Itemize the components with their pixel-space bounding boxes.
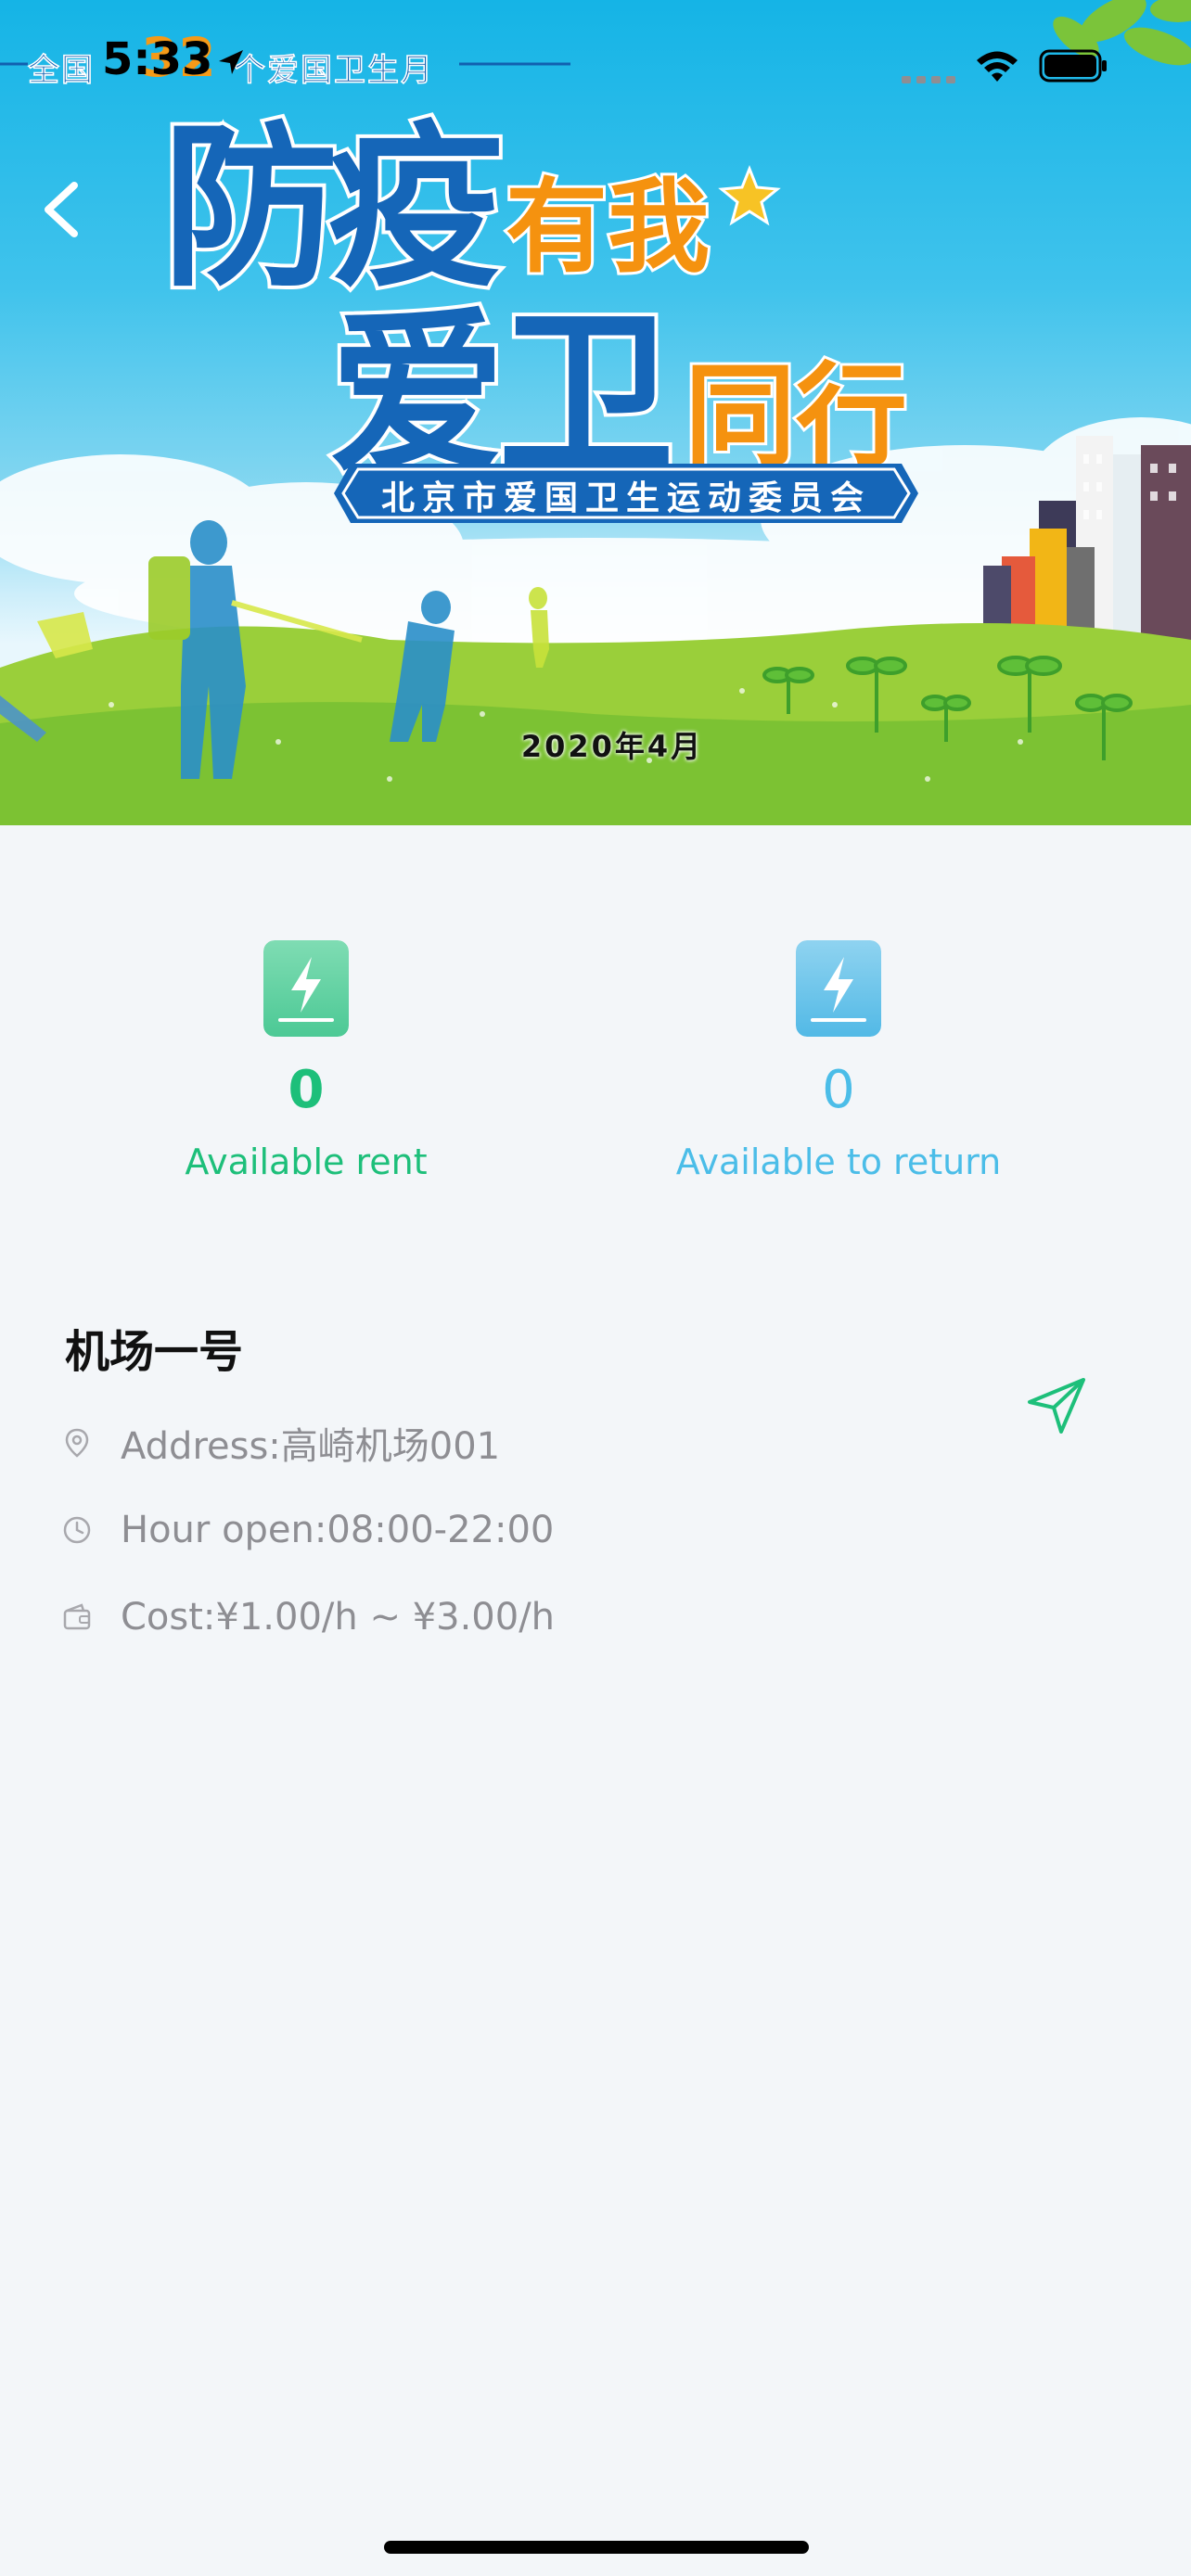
wifi-icon: [977, 51, 1018, 82]
wallet-icon: [63, 1603, 91, 1630]
location-pin-icon: [65, 1428, 89, 1458]
chevron-left-icon: [45, 182, 78, 237]
stat-available-rent: 0 Available rent: [46, 940, 566, 1183]
station-cost-row: Cost:¥1.00/h ~ ¥3.00/h: [61, 1589, 555, 1645]
station-name: 机场一号: [65, 1326, 244, 1378]
station-hours: Hour open:08:00-22:00: [121, 1509, 555, 1551]
poster-ribbon-text: 北京市爱国卫生运动委员会: [380, 479, 871, 517]
battery-icon: [1039, 49, 1107, 83]
hero-banner: 全国 个爱国卫生月 32 5:33 防疫 有我 爱卫 同行 北京市爱国卫生运动委…: [0, 0, 1191, 825]
charge-bolt-icon: [796, 940, 881, 1037]
poster-title-line2-accent: 同行: [682, 352, 910, 481]
station-cost: Cost:¥1.00/h ~ ¥3.00/h: [121, 1596, 556, 1639]
home-indicator[interactable]: [384, 2541, 809, 2554]
cellular-signal-icon: [902, 76, 955, 83]
poster-date: 2020年4月: [520, 729, 704, 764]
navigation-arrow-icon: [1028, 1378, 1085, 1434]
poster-title-line2: 爱卫: [326, 291, 678, 496]
return-label: Available to return: [675, 1141, 1002, 1182]
status-time: 5:33: [102, 33, 213, 85]
station-hours-row: Hour open:08:00-22:00: [61, 1502, 554, 1558]
back-button[interactable]: [28, 172, 93, 247]
status-bar: 5:33: [0, 0, 1191, 130]
stat-available-return: 0 Available to return: [579, 940, 1098, 1183]
clock-icon: [63, 1516, 91, 1544]
poster-title-line1: 防疫: [159, 106, 507, 311]
station-address-row: Address:高崎机场001: [61, 1415, 500, 1471]
location-arrow-icon: [219, 50, 243, 74]
poster-title-line1-accent: 有我: [503, 168, 712, 287]
rent-count: 0: [288, 1060, 325, 1120]
charge-bolt-icon: [263, 940, 349, 1037]
navigate-button[interactable]: [1024, 1374, 1089, 1439]
station-address: Address:高崎机场001: [121, 1425, 501, 1468]
rent-label: Available rent: [185, 1141, 428, 1182]
return-count: 0: [822, 1060, 855, 1120]
